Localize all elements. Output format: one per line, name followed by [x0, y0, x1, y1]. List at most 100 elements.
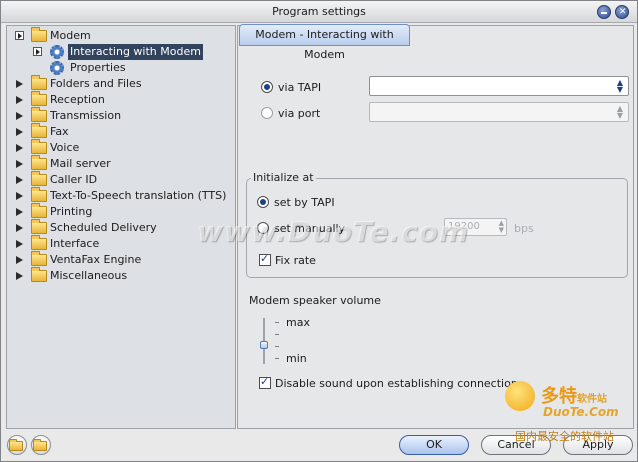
volume-slider-thumb[interactable]: [260, 341, 268, 349]
tree-item-label: Caller ID: [50, 173, 98, 186]
expand-arrow-icon[interactable]: [16, 80, 23, 88]
tree-item-scheduled-delivery[interactable]: Scheduled Delivery: [7, 219, 235, 236]
volume-max-label: max: [286, 316, 310, 329]
tree-item-label: Interacting with Modem: [68, 44, 203, 60]
open-folder-button[interactable]: [7, 435, 27, 455]
close-icon[interactable]: [615, 5, 629, 19]
expand-arrow-icon[interactable]: [16, 256, 23, 264]
expand-arrow-icon[interactable]: [16, 176, 23, 184]
volume-min-label: min: [286, 352, 307, 365]
folder-icon: [31, 91, 47, 106]
via-port-radio[interactable]: [261, 107, 273, 119]
expand-arrow-icon[interactable]: [16, 192, 23, 200]
tree-item-label: Voice: [50, 141, 80, 154]
tree-item-label: Text-To-Speech translation (TTS): [50, 189, 227, 202]
tree-item-ventafax-engine[interactable]: VentaFax Engine: [7, 251, 235, 268]
expander-icon[interactable]: [33, 47, 42, 56]
tapi-device-select[interactable]: ▲ ▼: [369, 76, 629, 96]
folder-icon: [31, 107, 47, 122]
expand-arrow-icon[interactable]: [16, 272, 23, 280]
initialize-group-title: Initialize at: [251, 171, 316, 184]
baud-rate-spinner[interactable]: 19200 ▲ ▼: [444, 218, 507, 236]
spin-arrows-icon[interactable]: ▲ ▼: [499, 220, 504, 234]
folder-icon: [31, 267, 47, 282]
tree-item-printing[interactable]: Printing: [7, 203, 235, 220]
baud-rate-value: 19200: [448, 221, 480, 232]
via-tapi-radio[interactable]: [261, 81, 273, 93]
tree-item-interacting-with-modem[interactable]: Interacting with Modem: [7, 44, 235, 60]
tree-item-voice[interactable]: Voice: [7, 139, 235, 156]
tree-item-label: Fax: [50, 125, 69, 138]
tick-mark: [275, 346, 279, 347]
folder-icon: [31, 155, 47, 170]
tree-item-label: Scheduled Delivery: [50, 221, 157, 234]
set-manually-label: set manually: [274, 222, 346, 235]
spin-arrows-icon[interactable]: ▲ ▼: [614, 105, 626, 120]
folder-icon: [31, 251, 47, 266]
expand-arrow-icon[interactable]: [16, 96, 23, 104]
expand-arrow-icon[interactable]: [16, 224, 23, 232]
fix-rate-checkbox[interactable]: [259, 252, 271, 266]
tree-item-tts[interactable]: Text-To-Speech translation (TTS): [7, 187, 235, 204]
expand-arrow-icon[interactable]: [16, 160, 23, 168]
disable-sound-checkbox[interactable]: [259, 375, 271, 389]
spin-arrows-icon[interactable]: ▲ ▼: [614, 79, 626, 94]
tree-item-miscellaneous[interactable]: Miscellaneous: [7, 267, 235, 284]
folder-icon: [31, 27, 47, 42]
expand-arrow-icon[interactable]: [16, 144, 23, 152]
expand-arrow-icon[interactable]: [16, 128, 23, 136]
minimize-icon[interactable]: [597, 5, 611, 19]
folder-icon: [33, 439, 47, 451]
tick-mark: [275, 334, 279, 335]
tree-item-label: Reception: [50, 93, 105, 106]
tree-item-label: Transmission: [50, 109, 122, 122]
tree-item-label: VentaFax Engine: [50, 253, 142, 266]
folder-icon: [31, 235, 47, 250]
save-folder-button[interactable]: [31, 435, 51, 455]
folder-icon: [31, 219, 47, 234]
folder-icon: [31, 203, 47, 218]
settings-tree: Modem Interacting with Modem Properties …: [6, 25, 236, 429]
tree-item-label: Interface: [50, 237, 100, 250]
folder-icon: [31, 123, 47, 138]
folder-icon: [31, 187, 47, 202]
tree-item-label: Miscellaneous: [50, 269, 128, 282]
tab-interacting-with-modem[interactable]: Modem - Interacting with Modem: [239, 24, 410, 61]
expand-arrow-icon[interactable]: [16, 208, 23, 216]
tree-item-label: Properties: [70, 61, 126, 74]
tree-item-reception[interactable]: Reception: [7, 91, 235, 108]
folder-icon: [31, 75, 47, 90]
set-by-tapi-radio[interactable]: [257, 196, 269, 208]
tree-item-interface[interactable]: Interface: [7, 235, 235, 252]
disable-sound-label: Disable sound upon establishing connecti…: [275, 377, 518, 390]
tick-mark: [275, 358, 279, 359]
tree-item-mail-server[interactable]: Mail server: [7, 155, 235, 172]
tree-item-label: Printing: [50, 205, 93, 218]
tree-item-properties[interactable]: Properties: [7, 60, 235, 76]
tree-item-label: Mail server: [50, 157, 111, 170]
ok-button[interactable]: OK: [399, 435, 469, 455]
program-settings-window: Program settings Modem Interacting with …: [0, 0, 638, 462]
gear-icon: [50, 45, 64, 59]
title-bar: Program settings: [1, 1, 637, 23]
tree-item-fax[interactable]: Fax: [7, 123, 235, 140]
apply-button[interactable]: Apply: [563, 435, 633, 455]
tree-item-folders-and-files[interactable]: Folders and Files: [7, 75, 235, 92]
cancel-button[interactable]: Cancel: [481, 435, 551, 455]
port-select[interactable]: ▲ ▼: [369, 102, 629, 122]
expand-arrow-icon[interactable]: [16, 240, 23, 248]
via-port-label: via port: [278, 107, 321, 120]
expand-arrow-icon[interactable]: [16, 112, 23, 120]
tree-item-transmission[interactable]: Transmission: [7, 107, 235, 124]
tick-mark: [275, 322, 279, 323]
tree-item-modem[interactable]: Modem: [7, 27, 235, 44]
via-tapi-label: via TAPI: [278, 81, 322, 94]
folder-icon: [31, 171, 47, 186]
expander-icon[interactable]: [15, 31, 24, 40]
set-manually-radio[interactable]: [257, 222, 269, 234]
tree-item-caller-id[interactable]: Caller ID: [7, 171, 235, 188]
tree-item-label: Folders and Files: [50, 77, 142, 90]
gear-icon: [50, 61, 64, 75]
set-by-tapi-label: set by TAPI: [274, 196, 335, 209]
folder-icon: [9, 439, 23, 451]
